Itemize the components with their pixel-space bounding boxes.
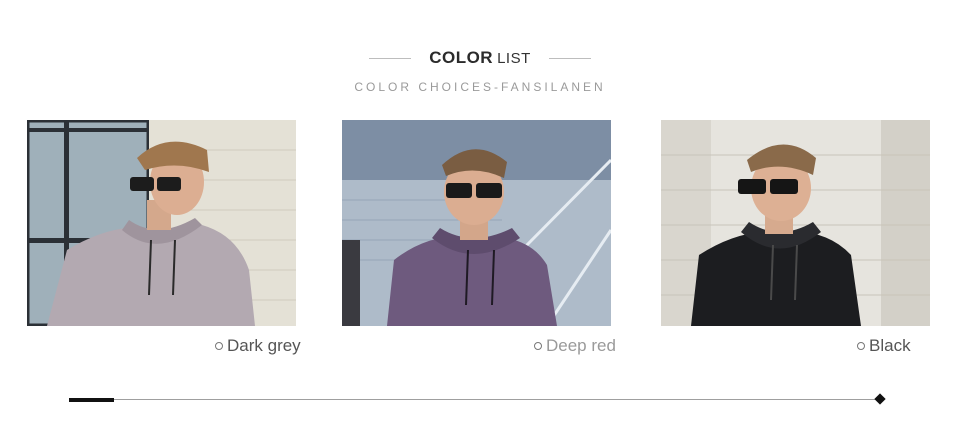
color-option-deep-red[interactable]: Deep red: [534, 335, 616, 357]
radio-dot-icon: [534, 342, 542, 350]
title-bold: COLOR: [429, 48, 494, 67]
title-row: COLOR LIST: [0, 46, 960, 70]
color-option-dark-grey[interactable]: Dark grey: [215, 335, 301, 357]
slider-end-diamond-icon: [874, 393, 886, 405]
color-option-black[interactable]: Black: [857, 335, 911, 357]
color-label: Black: [869, 336, 911, 355]
title-light: LIST: [497, 50, 531, 67]
carousel-slider-track[interactable]: [69, 399, 881, 400]
carousel-slider-thumb[interactable]: [69, 398, 114, 402]
product-photo-dark-grey[interactable]: [27, 120, 296, 326]
color-label: Deep red: [546, 336, 616, 355]
page-subtitle: COLOR CHOICES-FANSILANEN: [354, 80, 606, 94]
color-label: Dark grey: [227, 336, 301, 355]
header: COLOR LIST COLOR CHOICES-FANSILANEN: [0, 0, 960, 110]
radio-dot-icon: [215, 342, 223, 350]
radio-dot-icon: [857, 342, 865, 350]
title-divider-right: [548, 57, 591, 59]
product-photo-deep-red[interactable]: [342, 120, 611, 326]
product-photo-black[interactable]: [661, 120, 930, 326]
title-divider-left: [369, 57, 412, 59]
page-title: COLOR LIST: [429, 48, 531, 68]
